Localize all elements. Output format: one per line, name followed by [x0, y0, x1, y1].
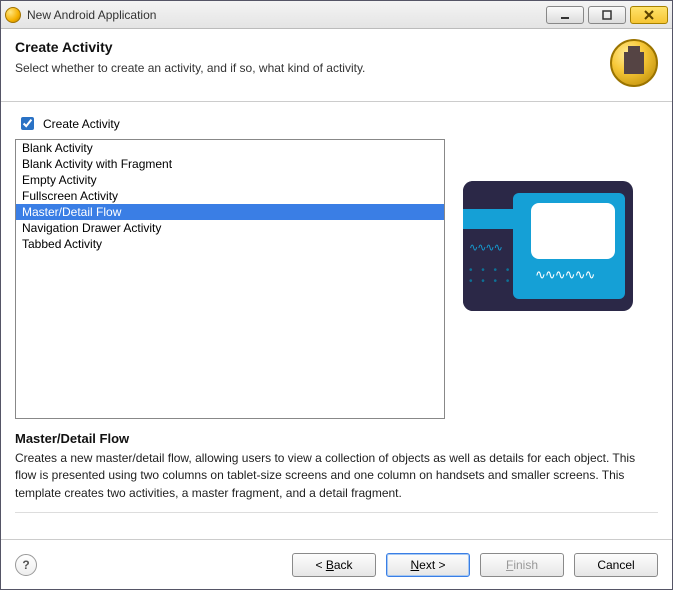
- create-activity-checkbox[interactable]: [21, 117, 34, 130]
- template-preview: ∿∿∿∿ • • • •• • • • ∿∿∿∿∿∿: [463, 181, 633, 311]
- wizard-button-bar: ? < Back Next > Finish Cancel: [1, 539, 672, 589]
- maximize-button[interactable]: [588, 6, 626, 24]
- activity-option[interactable]: Blank Activity with Fragment: [16, 156, 444, 172]
- minimize-icon: [559, 9, 571, 21]
- template-description-body: Creates a new master/detail flow, allowi…: [15, 450, 655, 502]
- finish-button[interactable]: Finish: [480, 553, 564, 577]
- header-panel: Create Activity Select whether to create…: [1, 29, 672, 102]
- close-button[interactable]: [630, 6, 668, 24]
- activity-type-list[interactable]: Blank ActivityBlank Activity with Fragme…: [15, 139, 445, 419]
- close-icon: [643, 9, 655, 21]
- activity-option[interactable]: Navigation Drawer Activity: [16, 220, 444, 236]
- app-icon: [5, 7, 21, 23]
- activity-option[interactable]: Master/Detail Flow: [16, 204, 444, 220]
- content-area: Create Activity Blank ActivityBlank Acti…: [1, 102, 672, 539]
- activity-option[interactable]: Tabbed Activity: [16, 236, 444, 252]
- window-controls: [546, 6, 668, 24]
- window-title: New Android Application: [27, 8, 540, 22]
- page-title: Create Activity: [15, 39, 365, 55]
- activity-option[interactable]: Empty Activity: [16, 172, 444, 188]
- help-button[interactable]: ?: [15, 554, 37, 576]
- template-description: Master/Detail Flow Creates a new master/…: [15, 431, 658, 513]
- cancel-button[interactable]: Cancel: [574, 553, 658, 577]
- create-activity-checkbox-row[interactable]: Create Activity: [17, 114, 658, 133]
- activity-option[interactable]: Fullscreen Activity: [16, 188, 444, 204]
- back-button[interactable]: < Back: [292, 553, 376, 577]
- android-badge-icon: [610, 39, 658, 87]
- help-icon: ?: [22, 558, 29, 572]
- titlebar: New Android Application: [1, 1, 672, 29]
- template-description-title: Master/Detail Flow: [15, 431, 658, 446]
- activity-option[interactable]: Blank Activity: [16, 140, 444, 156]
- maximize-icon: [601, 9, 613, 21]
- create-activity-label: Create Activity: [43, 117, 120, 131]
- minimize-button[interactable]: [546, 6, 584, 24]
- page-subtitle: Select whether to create an activity, an…: [15, 61, 365, 75]
- next-button[interactable]: Next >: [386, 553, 470, 577]
